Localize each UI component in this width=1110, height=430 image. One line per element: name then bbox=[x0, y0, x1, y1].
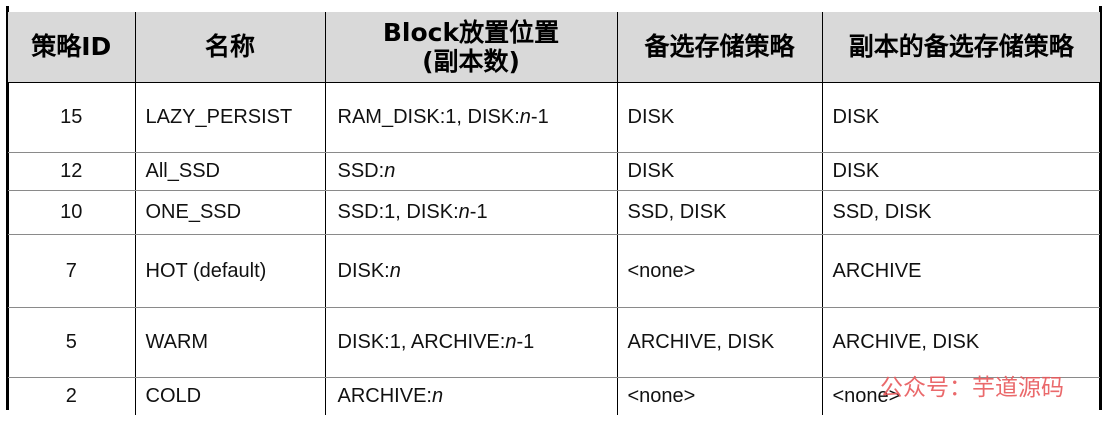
header-block-placement-line1: Block放置位置 bbox=[382, 17, 560, 47]
placement-text: DISK: bbox=[337, 259, 390, 282]
cell-creation-fallback: DISK bbox=[616, 152, 822, 191]
placement-text: RAM_DISK:1, DISK: bbox=[337, 106, 520, 128]
cell-block-placement: SSD:n bbox=[324, 152, 617, 191]
italic-variable: n bbox=[458, 201, 470, 223]
placement-text: -1 bbox=[469, 201, 488, 223]
placement-text: SSD: bbox=[337, 160, 385, 182]
cell-policy-name: ONE_SSD bbox=[134, 190, 325, 235]
cell-policy-id: 12 bbox=[8, 152, 135, 191]
italic-variable: n bbox=[389, 259, 401, 282]
table-row: 12 All_SSD SSD:n DISK DISK bbox=[8, 152, 1100, 191]
table-body: 15 LAZY_PERSIST RAM_DISK:1, DISK:n-1 DISK DI… bbox=[8, 82, 1100, 415]
cell-policy-name: All_SSD bbox=[134, 152, 325, 191]
cell-replication-fallback: DISK bbox=[821, 82, 1100, 153]
cell-creation-fallback: ARCHIVE, DISK bbox=[616, 307, 822, 378]
cell-policy-name: HOT (default) bbox=[134, 234, 325, 308]
cell-policy-id: 5 bbox=[8, 307, 135, 378]
watermark-text: 公众号：芋道源码 bbox=[880, 375, 1064, 401]
storage-policy-table: 策略ID 名称 Block放置位置 (副本数) 备选存储策略 副本的备选存储策略… bbox=[8, 12, 1100, 415]
placement-text: -1 bbox=[530, 106, 549, 128]
cell-block-placement: SSD:1, DISK:n-1 bbox=[324, 190, 617, 235]
header-creation-fallback: 备选存储策略 bbox=[616, 12, 822, 83]
header-block-placement: Block放置位置 (副本数) bbox=[324, 12, 617, 83]
table-row: 15 LAZY_PERSIST RAM_DISK:1, DISK:n-1 DISK DI… bbox=[8, 82, 1100, 153]
cell-policy-name: LAZY_PERSIST bbox=[134, 82, 325, 153]
cell-replication-fallback: SSD, DISK bbox=[821, 190, 1100, 235]
cell-creation-fallback: <none> bbox=[616, 377, 822, 415]
italic-variable: n bbox=[505, 331, 517, 353]
cell-creation-fallback: DISK bbox=[616, 82, 822, 153]
header-block-placement-line2: (副本数) bbox=[422, 46, 520, 76]
cell-policy-id: 7 bbox=[8, 234, 135, 308]
placement-text: -1 bbox=[516, 331, 535, 353]
cell-policy-id: 10 bbox=[8, 190, 135, 235]
italic-variable: n bbox=[431, 385, 444, 408]
cell-block-placement: DISK:n bbox=[324, 234, 617, 308]
cell-block-placement: ARCHIVE:n bbox=[324, 377, 617, 415]
cell-policy-name: WARM bbox=[134, 307, 325, 378]
cell-policy-id: 15 bbox=[8, 82, 135, 153]
cell-replication-fallback: ARCHIVE, DISK bbox=[821, 307, 1100, 378]
cell-replication-fallback: DISK bbox=[821, 152, 1100, 191]
cell-creation-fallback: SSD, DISK bbox=[616, 190, 822, 235]
table-row: 5 WARM DISK:1, ARCHIVE:n-1 ARCHIVE, DISK ARC… bbox=[8, 307, 1100, 378]
header-replication-fallback: 副本的备选存储策略 bbox=[821, 12, 1100, 83]
cell-creation-fallback: <none> bbox=[616, 234, 822, 308]
header-policy-name: 名称 bbox=[134, 12, 325, 83]
placement-text: DISK:1, ARCHIVE: bbox=[337, 331, 506, 353]
cell-policy-id: 2 bbox=[65, 385, 77, 408]
cell-block-placement: RAM_DISK:1, DISK:n-1 bbox=[324, 82, 617, 153]
placement-text: ARCHIVE: bbox=[337, 385, 432, 408]
table-row: 10 ONE_SSD SSD:1, DISK:n-1 SSD, DISK SSD, DI… bbox=[8, 190, 1100, 235]
header-row: 策略ID 名称 Block放置位置 (副本数) 备选存储策略 副本的备选存储策略 bbox=[8, 12, 1100, 83]
cell-policy-name: COLD bbox=[134, 377, 325, 415]
header-policy-id: 策略ID bbox=[8, 12, 135, 83]
italic-variable: n bbox=[519, 106, 531, 128]
italic-variable: n bbox=[384, 160, 396, 182]
placement-text: SSD:1, DISK: bbox=[337, 201, 459, 223]
table-header: 策略ID 名称 Block放置位置 (副本数) 备选存储策略 副本的备选存储策略 bbox=[8, 12, 1100, 83]
cell-block-placement: DISK:1, ARCHIVE:n-1 bbox=[324, 307, 617, 378]
cell-replication-fallback: ARCHIVE bbox=[821, 234, 1100, 308]
table-row: 7 HOT (default) DISK:n <none> ARCHIVE bbox=[8, 234, 1100, 308]
